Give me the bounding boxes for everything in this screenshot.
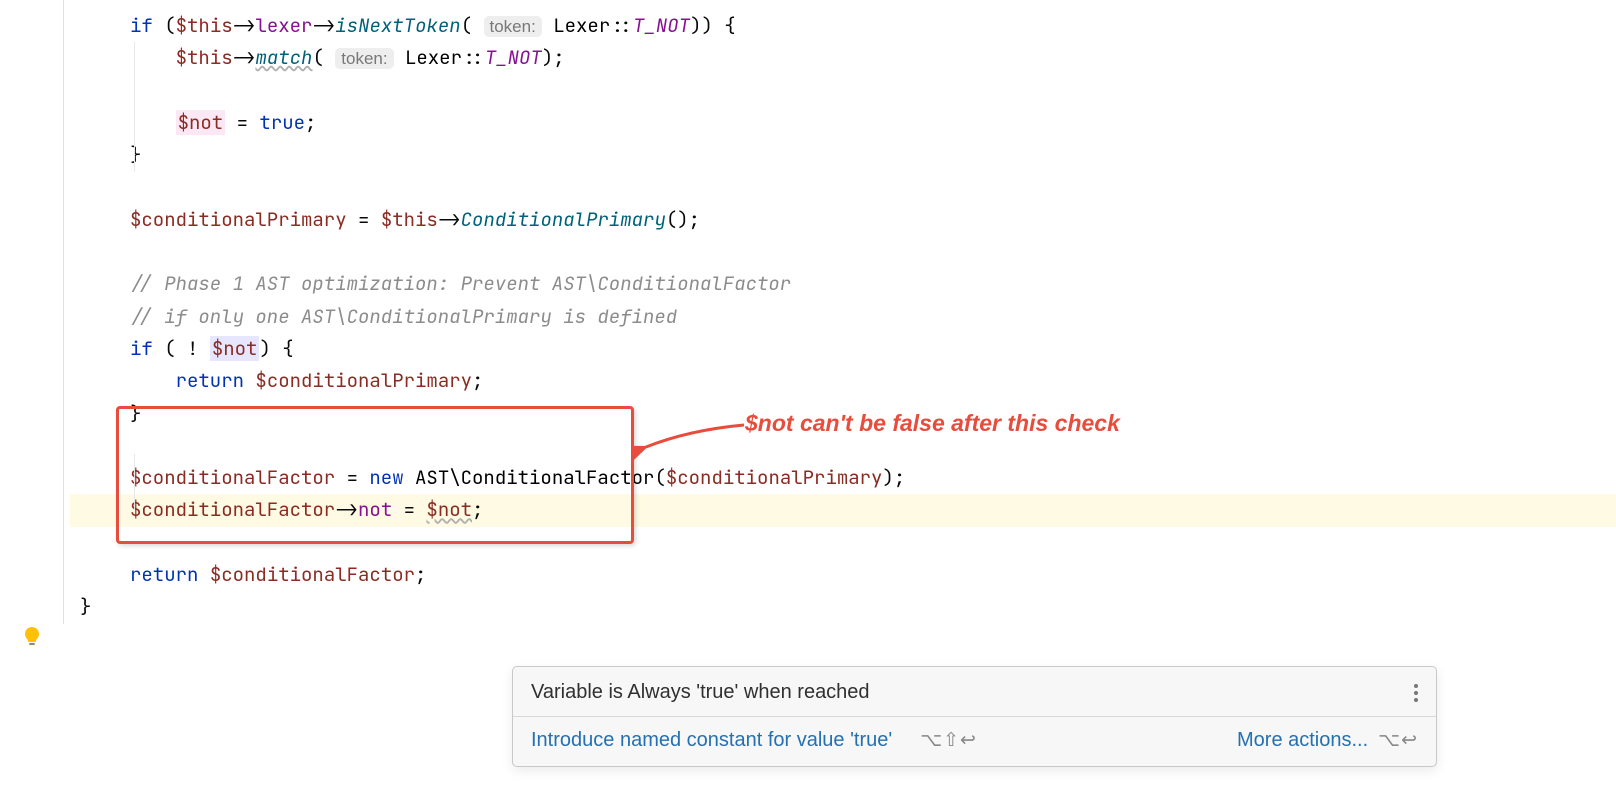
fn-conditionalprimary: ConditionalPrimary — [461, 207, 666, 232]
tooltip-title: Variable is Always 'true' when reached — [531, 681, 870, 704]
type-lexer: Lexer — [553, 13, 610, 38]
code-line[interactable]: // Phase 1 AST optimization: Prevent AST… — [70, 268, 1616, 300]
more-actions-link[interactable]: More actions... — [1237, 729, 1368, 752]
code-line[interactable]: if ( ! $not) { — [70, 333, 1616, 365]
indent-guide — [134, 42, 135, 172]
code-line[interactable]: if ($this->lexer->isNextToken( token: Le… — [70, 10, 1616, 42]
comment: // if only one AST\ConditionalPrimary is… — [130, 304, 677, 329]
keyword-if: if — [130, 13, 153, 38]
var-this: $this — [176, 45, 233, 70]
var-this: $this — [381, 207, 438, 232]
intention-bulb-icon[interactable] — [22, 626, 42, 646]
keyword-if: if — [130, 336, 153, 361]
gutter-divider — [63, 0, 64, 624]
shortcut-label: ⌥⇧↩ — [920, 729, 977, 752]
keyword-true: true — [259, 110, 305, 135]
code-line[interactable]: return $conditionalPrimary; — [70, 365, 1616, 397]
keyword-return: return — [176, 368, 244, 393]
annotation-text: $not can't be false after this check — [745, 410, 1120, 437]
quickfix-action[interactable]: Introduce named constant for value 'true… — [531, 729, 892, 752]
type-conditionalfactor: ConditionalFactor — [461, 465, 655, 490]
code-line[interactable]: } — [70, 139, 1616, 171]
code-line[interactable]: // if only one AST\ConditionalPrimary is… — [70, 301, 1616, 333]
var-conditionalfactor: $conditionalFactor — [210, 562, 415, 587]
var-conditionalprimary: $conditionalPrimary — [255, 368, 472, 393]
var-not: $not — [176, 110, 226, 135]
var-conditionalprimary: $conditionalPrimary — [130, 207, 347, 232]
code-editor[interactable]: if ($this->lexer->isNextToken( token: Le… — [0, 0, 1616, 624]
var-not: $not — [210, 336, 260, 361]
comment: // Phase 1 AST optimization: Prevent AST… — [130, 271, 791, 296]
code-line[interactable] — [70, 75, 1616, 107]
inspection-tooltip: Variable is Always 'true' when reached I… — [512, 666, 1437, 767]
keyword-new: new — [369, 465, 403, 490]
fn-match: match — [255, 45, 312, 70]
indent-guide — [134, 454, 135, 510]
fn-isnexttoken: isNextToken — [335, 13, 460, 38]
shortcut-label: ⌥↩ — [1378, 729, 1418, 752]
code-line[interactable] — [70, 236, 1616, 268]
code-line[interactable]: $conditionalFactor = new AST\Conditional… — [70, 462, 1616, 494]
ns-ast: AST\ — [415, 465, 461, 490]
const-tnot: T_NOT — [485, 45, 542, 70]
field-not: not — [358, 497, 392, 522]
code-line[interactable]: } — [70, 591, 1616, 623]
var-conditionalfactor: $conditionalFactor — [130, 497, 335, 522]
var-conditionalfactor: $conditionalFactor — [130, 465, 335, 490]
code-line[interactable]: $conditionalPrimary = $this->Conditional… — [70, 204, 1616, 236]
code-line[interactable]: $not = true; — [70, 107, 1616, 139]
param-hint-token: token: — [484, 16, 542, 37]
var-this: $this — [176, 13, 233, 38]
code-line[interactable]: return $conditionalFactor; — [70, 559, 1616, 591]
var-conditionalprimary: $conditionalPrimary — [666, 465, 883, 490]
field-lexer: lexer — [255, 13, 312, 38]
code-line[interactable] — [70, 527, 1616, 559]
code-line[interactable]: $this->match( token: Lexer::T_NOT); — [70, 42, 1616, 74]
code-line-active[interactable]: $conditionalFactor->not = $not; — [70, 494, 1616, 526]
const-tnot: T_NOT — [633, 13, 690, 38]
var-not-inspection[interactable]: $not — [426, 497, 472, 522]
keyword-return: return — [130, 562, 198, 587]
param-hint-token: token: — [335, 48, 393, 69]
type-lexer: Lexer — [405, 45, 462, 70]
kebab-menu-icon[interactable] — [1414, 684, 1418, 702]
code-line[interactable] — [70, 171, 1616, 203]
